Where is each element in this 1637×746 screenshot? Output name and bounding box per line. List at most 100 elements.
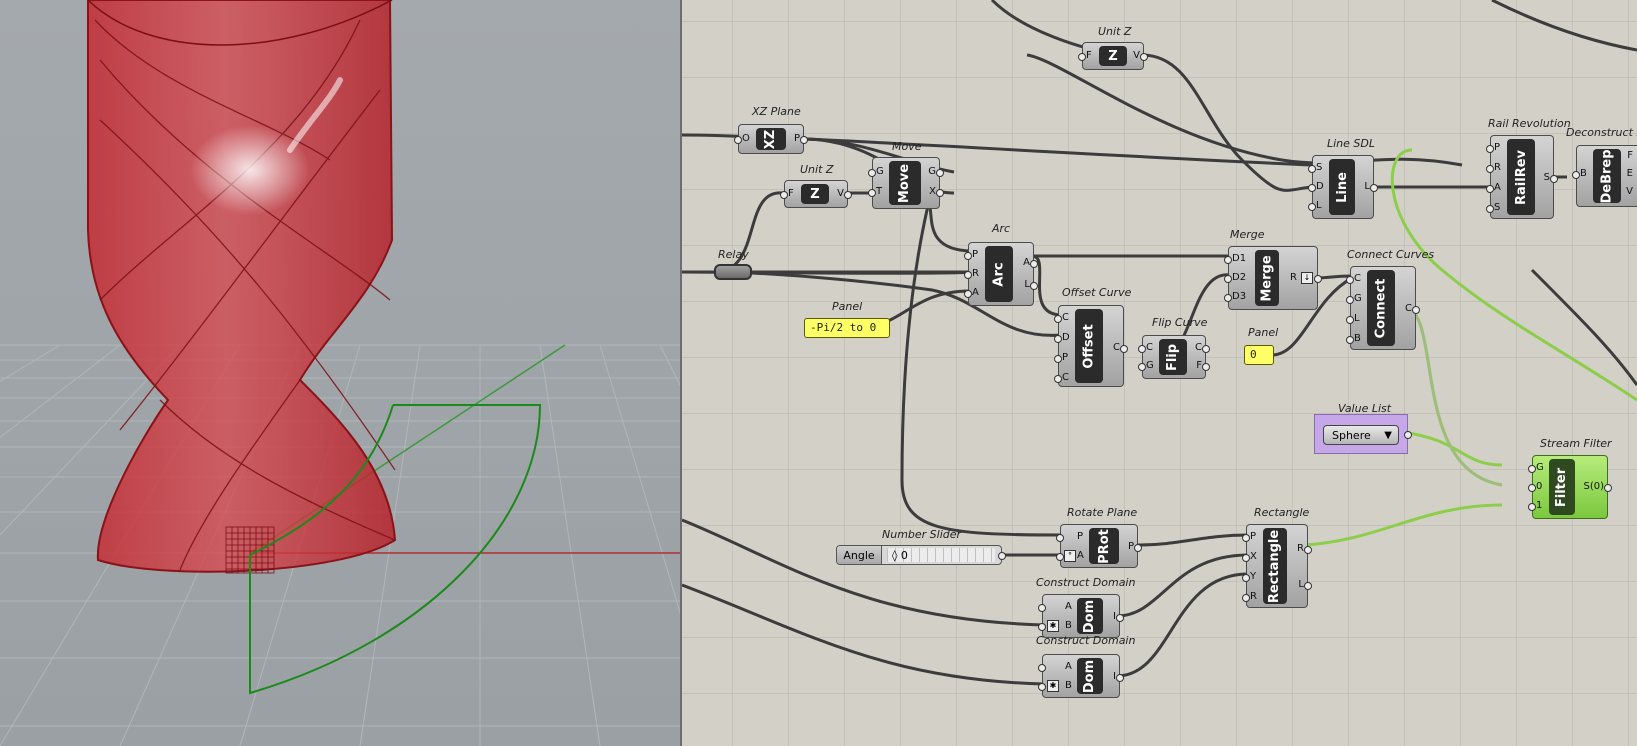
input-grip[interactable] — [1138, 345, 1146, 353]
output-grip[interactable] — [1304, 582, 1312, 590]
input-grip[interactable] — [1054, 355, 1062, 363]
move-component[interactable]: G T Move G X — [868, 157, 944, 209]
output-grip[interactable] — [1304, 546, 1312, 554]
input-grip[interactable] — [1038, 664, 1046, 672]
output-grip[interactable] — [998, 552, 1006, 560]
input-grip[interactable] — [1346, 336, 1354, 344]
output-grip[interactable] — [1550, 175, 1558, 183]
input-grip[interactable] — [1308, 184, 1316, 192]
output-grip[interactable] — [1370, 184, 1378, 192]
input-grip[interactable] — [1224, 294, 1232, 302]
output-grip[interactable] — [1314, 275, 1322, 283]
input-grip[interactable] — [1242, 594, 1250, 602]
input-grip[interactable] — [964, 271, 972, 279]
input-grip[interactable] — [780, 191, 788, 199]
arc-component[interactable]: P R A Arc A L — [964, 242, 1038, 306]
input-grip[interactable] — [1224, 275, 1232, 283]
input-grip[interactable] — [1528, 503, 1536, 511]
input-grip[interactable] — [964, 290, 972, 298]
input-grip[interactable] — [1054, 375, 1062, 383]
output-grip[interactable] — [1030, 282, 1038, 290]
output-grip[interactable] — [1202, 363, 1210, 371]
number-slider[interactable]: Angle ◊ 0 — [836, 545, 1006, 565]
input-grip[interactable] — [1242, 534, 1250, 542]
panel-zero[interactable]: 0 — [1244, 345, 1274, 365]
construct-domain-2-component[interactable]: A ✱ B Dom I — [1038, 654, 1124, 698]
offset-curve-component[interactable]: C D P C Offset C — [1054, 305, 1128, 387]
input-grip[interactable] — [868, 169, 876, 177]
input-grip[interactable] — [1038, 604, 1046, 612]
input-grip[interactable] — [1054, 335, 1062, 343]
output-grip[interactable] — [1202, 345, 1210, 353]
input-grip[interactable] — [1528, 484, 1536, 492]
rail-revolution-component[interactable]: P R A S RailRev S — [1486, 135, 1558, 219]
input-grip[interactable] — [1308, 165, 1316, 173]
grasshopper-canvas[interactable]: Unit Z F Z V XZ Plane O XZ P Unit Z F Z … — [682, 0, 1637, 746]
unit-z-component[interactable]: F Z V — [780, 180, 852, 208]
panel-zero-value: 0 — [1250, 348, 1257, 361]
input-grip[interactable] — [1346, 296, 1354, 304]
output-grip[interactable] — [1116, 614, 1124, 622]
input-c-label: C — [1062, 312, 1069, 323]
output-grip[interactable] — [1134, 544, 1142, 552]
merge-component[interactable]: D1 D2 D3 Merge R ↓ — [1224, 246, 1322, 310]
expression-icon[interactable]: ✱ — [1047, 620, 1059, 632]
deconstruct-brep-component[interactable]: B DeBrep F E V — [1572, 145, 1637, 207]
output-grip[interactable] — [1120, 345, 1128, 353]
input-grip[interactable] — [1308, 203, 1316, 211]
input-grip[interactable] — [1078, 53, 1086, 61]
output-grip[interactable] — [1140, 53, 1148, 61]
rectangle-component[interactable]: P X Y R Rectangle R L — [1242, 524, 1312, 608]
output-grip[interactable] — [1412, 306, 1420, 314]
output-grip[interactable] — [1030, 260, 1038, 268]
panel-pi[interactable]: -Pi/2 to 0 — [804, 318, 890, 338]
input-grip[interactable] — [1572, 171, 1580, 179]
input-grip[interactable] — [734, 136, 742, 144]
output-grip[interactable] — [936, 189, 944, 197]
input-grip[interactable] — [1486, 165, 1494, 173]
output-grip[interactable] — [1404, 431, 1412, 439]
input-grip[interactable] — [868, 189, 876, 197]
output-grip[interactable] — [936, 169, 944, 177]
flip-curve-component[interactable]: C G Flip C F — [1138, 335, 1210, 379]
relay-component[interactable] — [714, 264, 752, 280]
input-t-label: T — [876, 186, 883, 197]
input-grip[interactable] — [1346, 276, 1354, 284]
expression-icon[interactable]: ✱ — [1047, 680, 1059, 692]
line-sdl-component[interactable]: S D L Line L — [1308, 155, 1378, 219]
stream-filter-component[interactable]: G 0 1 Filter S(0) — [1528, 455, 1612, 519]
rhino-viewport[interactable] — [0, 0, 680, 746]
input-p-label: P — [972, 249, 979, 260]
input-grip[interactable] — [1056, 534, 1064, 542]
input-grip[interactable] — [1242, 554, 1250, 562]
input-grip[interactable] — [1486, 145, 1494, 153]
output-grip[interactable] — [1116, 674, 1124, 682]
input-p-label: P — [1062, 352, 1069, 363]
degrees-icon[interactable]: ° — [1064, 550, 1076, 562]
xz-plane-component[interactable]: O XZ P — [734, 124, 808, 154]
input-grip[interactable] — [1486, 185, 1494, 193]
input-grip[interactable] — [964, 252, 972, 260]
input-grip[interactable] — [1224, 256, 1232, 264]
construct-domain-1-component[interactable]: A ✱ B Dom I — [1038, 594, 1124, 638]
input-grip[interactable] — [1038, 683, 1046, 691]
prot-label: PRot — [1096, 528, 1112, 564]
input-grip[interactable] — [1346, 316, 1354, 324]
input-grip[interactable] — [1486, 205, 1494, 213]
output-grip[interactable] — [800, 136, 808, 144]
construct-domain-2-title: Construct Domain — [1036, 634, 1136, 647]
value-list-component[interactable]: Sphere ▼ — [1314, 414, 1412, 454]
input-grip[interactable] — [1242, 574, 1250, 582]
value-list-dropdown[interactable]: Sphere ▼ — [1323, 425, 1399, 445]
output-grip[interactable] — [844, 191, 852, 199]
input-grip[interactable] — [1054, 315, 1062, 323]
input-grip[interactable] — [1528, 465, 1536, 473]
output-grip[interactable] — [1604, 484, 1612, 492]
flatten-icon[interactable]: ↓ — [1301, 272, 1313, 284]
connect-curves-component[interactable]: C G L B Connect C — [1346, 266, 1420, 350]
input-grip[interactable] — [1056, 553, 1064, 561]
unit-z-top-component[interactable]: F Z V — [1078, 42, 1148, 70]
input-grip[interactable] — [1038, 623, 1046, 631]
input-grip[interactable] — [1138, 363, 1146, 371]
rotate-plane-component[interactable]: P ° A PRot P — [1056, 524, 1142, 568]
